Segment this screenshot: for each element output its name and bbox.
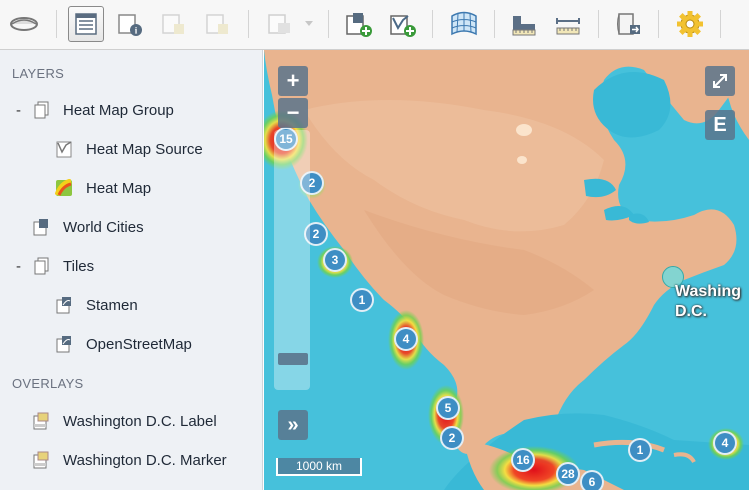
layer-panel: LAYERS - Heat Map Group Heat Map Source … xyxy=(0,50,263,490)
zoom-in-button[interactable]: + xyxy=(278,66,308,96)
toolbar-separator xyxy=(328,10,329,38)
toolbar-separator xyxy=(720,10,721,38)
layer-table-button[interactable] xyxy=(68,6,104,42)
measure-length-icon xyxy=(556,18,580,35)
layer-item-heat-map[interactable]: Heat Map xyxy=(0,175,262,201)
layer-label: World Cities xyxy=(63,218,144,236)
point-layer-icon xyxy=(33,219,48,236)
collapse-toggle[interactable]: - xyxy=(16,258,26,275)
layer-item-heat-map-source[interactable]: Heat Map Source xyxy=(0,136,262,162)
cluster-marker[interactable]: 4 xyxy=(713,431,737,455)
overlay-label: Washington D.C. Marker xyxy=(63,451,227,469)
toolbar: i xyxy=(0,0,749,50)
cluster-marker[interactable]: 5 xyxy=(436,396,460,420)
overlay-label: Washington D.C. Label xyxy=(63,412,217,430)
layer-info-icon: i xyxy=(118,14,142,36)
overlay-icon xyxy=(33,412,49,430)
dc-label-line2: D.C. xyxy=(675,303,707,320)
projection-grid-icon xyxy=(451,11,477,36)
style-dropdown-icon xyxy=(268,14,313,34)
cluster-marker[interactable]: 6 xyxy=(580,470,604,490)
vector-source-icon xyxy=(56,141,72,158)
projection-grid-button[interactable] xyxy=(446,6,482,42)
layer-item-world-cities[interactable]: World Cities xyxy=(0,214,262,240)
fullscreen-icon xyxy=(713,74,727,88)
settings-gear-icon xyxy=(677,11,703,37)
layers-section-title: LAYERS xyxy=(12,66,65,81)
cluster-marker[interactable]: 2 xyxy=(440,426,464,450)
overlay-icon xyxy=(33,451,49,469)
heatmap-icon xyxy=(55,179,72,196)
overlays-section-title: OVERLAYS xyxy=(12,376,84,391)
toolbar-separator xyxy=(432,10,433,38)
measure-length-button[interactable] xyxy=(550,6,586,42)
style-dropdown-button[interactable] xyxy=(262,6,318,42)
cluster-marker[interactable]: 28 xyxy=(556,462,580,486)
layer-item-heat-map-group[interactable]: - Heat Map Group xyxy=(0,97,262,123)
zoom-slider-track[interactable] xyxy=(274,130,310,390)
washington-dc-label: Washing D.C. xyxy=(675,282,741,322)
move-down-button[interactable] xyxy=(200,6,236,42)
move-down-icon xyxy=(206,14,228,34)
layer-table-icon xyxy=(75,13,97,35)
zoom-out-button[interactable]: − xyxy=(278,98,308,128)
add-layer-button[interactable] xyxy=(340,6,376,42)
layer-label: Stamen xyxy=(86,296,138,314)
add-vector-layer-icon xyxy=(390,15,416,37)
fullscreen-button[interactable] xyxy=(705,66,735,96)
layer-label: Heat Map xyxy=(86,179,152,197)
collapse-toggle[interactable]: - xyxy=(16,102,26,119)
tile-layer-icon xyxy=(56,336,71,353)
map-view-button[interactable] xyxy=(6,6,42,42)
layer-label: OpenStreetMap xyxy=(86,335,192,353)
zoom-to-extent-button[interactable]: E xyxy=(705,110,735,140)
settings-button[interactable] xyxy=(672,6,708,42)
export-map-icon xyxy=(617,13,640,35)
tile-layer-icon xyxy=(56,297,71,314)
map-view-icon xyxy=(10,17,38,31)
layer-item-tiles[interactable]: - Tiles xyxy=(0,253,262,279)
cluster-marker[interactable]: 3 xyxy=(323,248,347,272)
cluster-marker[interactable]: 16 xyxy=(511,448,535,472)
add-vector-layer-button[interactable] xyxy=(384,6,420,42)
layer-label: Tiles xyxy=(63,257,95,275)
toolbar-separator xyxy=(658,10,659,38)
toolbar-separator xyxy=(56,10,57,38)
cluster-marker[interactable]: 1 xyxy=(628,438,652,462)
add-layer-icon xyxy=(346,13,372,37)
measure-area-button[interactable] xyxy=(506,6,542,42)
move-up-button[interactable] xyxy=(156,6,192,42)
toolbar-separator xyxy=(598,10,599,38)
move-up-icon xyxy=(162,14,184,34)
scale-line: 1000 km xyxy=(276,458,362,476)
dc-label-line1: Washing xyxy=(675,283,742,300)
layer-item-openstreetmap[interactable]: OpenStreetMap xyxy=(0,331,262,357)
gis-app: i LAYERS - Heat Map Group Heat Map Sourc… xyxy=(0,0,749,490)
expand-panel-button[interactable]: » xyxy=(278,410,308,440)
overlay-item-dc-marker[interactable]: Washington D.C. Marker xyxy=(0,447,262,473)
measure-area-icon xyxy=(512,16,536,36)
map-viewport[interactable]: 15 2 2 3 1 4 5 2 16 28 6 1 4 Washing D.C… xyxy=(264,50,749,490)
zoom-slider-handle[interactable] xyxy=(278,353,308,365)
layer-label: Heat Map Source xyxy=(86,140,203,158)
layer-item-stamen[interactable]: Stamen xyxy=(0,292,262,318)
group-icon xyxy=(34,101,49,119)
toolbar-separator xyxy=(248,10,249,38)
overlay-item-dc-label[interactable]: Washington D.C. Label xyxy=(0,408,262,434)
export-map-button[interactable] xyxy=(610,6,646,42)
toolbar-separator xyxy=(494,10,495,38)
layer-label: Heat Map Group xyxy=(63,101,174,119)
cluster-marker[interactable]: 4 xyxy=(394,327,418,351)
cluster-marker[interactable]: 1 xyxy=(350,288,374,312)
layer-info-button[interactable]: i xyxy=(112,6,148,42)
group-icon xyxy=(34,257,49,275)
